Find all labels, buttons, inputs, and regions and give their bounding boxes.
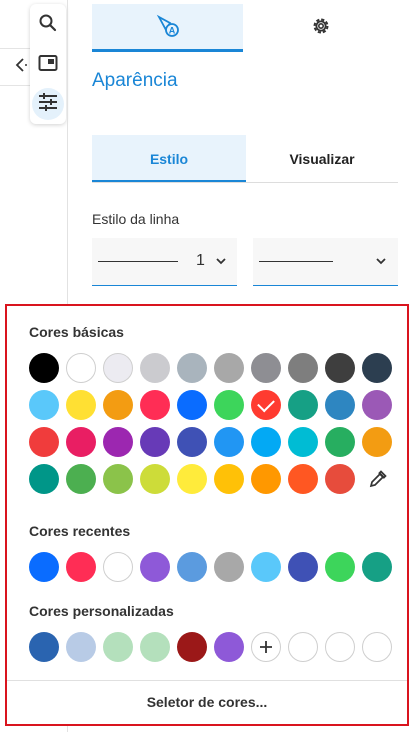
basic-color-swatch[interactable] xyxy=(103,427,133,457)
basic-color-swatch[interactable] xyxy=(140,353,170,383)
recent-color-swatch[interactable] xyxy=(66,552,96,582)
plus-icon xyxy=(260,641,272,653)
recent-color-swatch[interactable] xyxy=(177,552,207,582)
recent-color-swatch[interactable] xyxy=(29,552,59,582)
basic-color-swatch[interactable] xyxy=(362,427,392,457)
basic-color-swatch[interactable] xyxy=(325,464,355,494)
recent-color-swatch[interactable] xyxy=(288,552,318,582)
divider xyxy=(0,85,30,86)
search-icon xyxy=(38,13,58,38)
basic-color-swatch[interactable] xyxy=(362,390,392,420)
basic-color-swatch[interactable] xyxy=(177,464,207,494)
eyedropper-icon xyxy=(368,469,388,494)
basic-color-swatch[interactable] xyxy=(177,427,207,457)
basic-color-swatch[interactable] xyxy=(66,464,96,494)
recent-color-swatch[interactable] xyxy=(103,552,133,582)
custom-color-swatch[interactable] xyxy=(29,632,59,662)
basic-color-swatch[interactable] xyxy=(103,464,133,494)
svg-text:A: A xyxy=(168,25,175,35)
tab-style[interactable]: Estilo xyxy=(92,135,246,183)
recent-color-swatch[interactable] xyxy=(251,552,281,582)
line-dash-select[interactable] xyxy=(253,238,398,286)
basic-color-swatch[interactable] xyxy=(29,353,59,383)
recent-color-swatch[interactable] xyxy=(140,552,170,582)
side-toolbar xyxy=(30,4,66,124)
tab-preview-label: Visualizar xyxy=(289,151,355,167)
tabs-divider xyxy=(92,182,398,183)
tab-appearance[interactable]: A xyxy=(92,4,243,52)
basic-color-swatch[interactable] xyxy=(140,427,170,457)
basic-color-swatch[interactable] xyxy=(214,390,244,420)
basic-color-swatch[interactable] xyxy=(140,464,170,494)
basic-color-swatch[interactable] xyxy=(214,427,244,457)
divider xyxy=(7,680,407,681)
basic-color-swatch[interactable] xyxy=(325,427,355,457)
basic-color-swatch[interactable] xyxy=(288,353,318,383)
tab-style-label: Estilo xyxy=(149,151,189,167)
line-width-select[interactable]: 1 xyxy=(92,238,237,286)
basic-color-swatch[interactable] xyxy=(103,353,133,383)
line-preview xyxy=(259,261,333,262)
basic-color-swatch[interactable] xyxy=(325,390,355,420)
add-custom-color-button[interactable] xyxy=(251,632,281,662)
custom-color-swatch[interactable] xyxy=(214,632,244,662)
basic-color-swatch[interactable] xyxy=(288,390,318,420)
tab-preview[interactable]: Visualizar xyxy=(246,135,398,183)
basic-color-swatch[interactable] xyxy=(251,353,281,383)
basic-color-swatch[interactable] xyxy=(29,390,59,420)
basic-color-swatch[interactable] xyxy=(177,390,207,420)
basic-color-swatch[interactable] xyxy=(214,464,244,494)
panel-title: Aparência xyxy=(92,70,178,91)
basic-color-swatch[interactable] xyxy=(140,390,170,420)
basic-colors-label: Cores básicas xyxy=(29,324,124,340)
line-style-label: Estilo da linha xyxy=(92,211,180,227)
sliders-icon xyxy=(38,92,58,116)
chevron-down-icon xyxy=(374,254,388,268)
basic-color-swatch[interactable] xyxy=(66,390,96,420)
shape-style-icon: A xyxy=(156,14,180,43)
empty-custom-slot[interactable] xyxy=(325,632,355,662)
recent-colors-label: Cores recentes xyxy=(29,523,131,539)
basic-color-swatch-selected[interactable] xyxy=(251,390,281,420)
line-preview xyxy=(98,261,178,262)
eyedropper-button[interactable] xyxy=(363,466,393,496)
basic-color-swatch[interactable] xyxy=(251,464,281,494)
empty-custom-slot[interactable] xyxy=(362,632,392,662)
basic-color-swatch[interactable] xyxy=(66,353,96,383)
basic-color-swatch[interactable] xyxy=(288,464,318,494)
basic-color-swatch[interactable] xyxy=(362,353,392,383)
recent-color-swatch[interactable] xyxy=(325,552,355,582)
basic-color-swatch[interactable] xyxy=(29,464,59,494)
line-width-value: 1 xyxy=(196,252,205,269)
basic-color-swatch[interactable] xyxy=(325,353,355,383)
tab-settings[interactable] xyxy=(243,4,398,52)
app-root: A Aparência Estilo Visualizar Estilo da … xyxy=(0,0,413,732)
color-picker-popup: Cores básicas Cores recentes Cores perso… xyxy=(5,304,409,726)
basic-color-swatch[interactable] xyxy=(29,427,59,457)
style-settings-button[interactable] xyxy=(32,88,64,120)
code-icon[interactable] xyxy=(14,56,28,74)
chevron-down-icon xyxy=(214,254,228,268)
basic-color-swatch[interactable] xyxy=(251,427,281,457)
active-tab-indicator xyxy=(92,49,243,52)
basic-color-swatch[interactable] xyxy=(103,390,133,420)
custom-colors-label: Cores personalizadas xyxy=(29,603,174,619)
gear-icon xyxy=(310,15,332,42)
custom-color-swatch[interactable] xyxy=(66,632,96,662)
divider xyxy=(0,48,30,49)
basic-color-swatch[interactable] xyxy=(66,427,96,457)
search-button[interactable] xyxy=(32,9,64,41)
basic-color-swatch[interactable] xyxy=(288,427,318,457)
basic-color-swatch[interactable] xyxy=(177,353,207,383)
basic-color-swatch[interactable] xyxy=(214,353,244,383)
recent-color-swatch[interactable] xyxy=(362,552,392,582)
picture-in-picture-button[interactable] xyxy=(32,49,64,81)
recent-color-swatch[interactable] xyxy=(214,552,244,582)
color-selector-button[interactable]: Seletor de cores... xyxy=(7,694,407,710)
custom-color-swatch[interactable] xyxy=(103,632,133,662)
custom-color-swatch[interactable] xyxy=(140,632,170,662)
empty-custom-slot[interactable] xyxy=(288,632,318,662)
custom-color-swatch[interactable] xyxy=(177,632,207,662)
picture-in-picture-icon xyxy=(38,54,58,77)
